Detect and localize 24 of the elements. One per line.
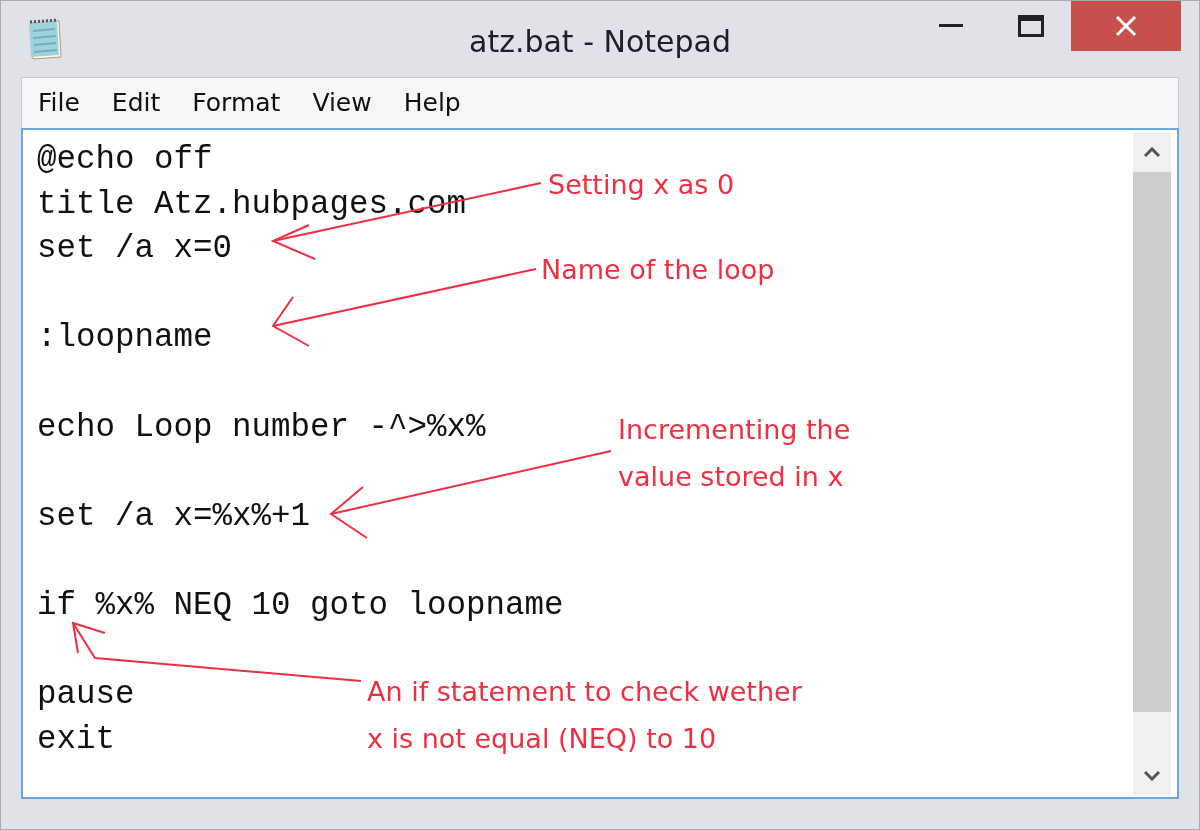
menu-item[interactable]: Help: [393, 84, 471, 122]
annotation-text: Name of the loop: [541, 253, 775, 287]
code-line: title Atz.hubpages.com: [37, 184, 467, 225]
code-line: :loopname: [37, 318, 213, 359]
annotation-text: An if statement to check wether x is not equal (NEQ) to 10: [367, 675, 802, 756]
annotation-text: Incrementing the value stored in x: [618, 413, 851, 494]
close-icon: [1115, 15, 1137, 37]
menu-item[interactable]: File: [28, 84, 90, 122]
window-title: atz.bat - Notepad: [469, 23, 731, 61]
maximize-icon: [1018, 15, 1044, 37]
code-line: if %x% NEQ 10 goto loopname: [37, 585, 564, 626]
code-line: exit: [37, 719, 115, 760]
code-line: set /a x=0: [37, 229, 233, 270]
scrollbar[interactable]: [1133, 132, 1171, 795]
menu-item[interactable]: View: [302, 84, 382, 122]
menu-item[interactable]: Format: [182, 84, 291, 122]
code-line: set /a x=%x%+1: [37, 496, 311, 537]
code-line: pause: [37, 675, 135, 716]
minimize-icon: [939, 24, 963, 28]
menu-item[interactable]: Edit: [101, 84, 171, 122]
code-line: @echo off: [37, 140, 213, 180]
code-line: echo Loop number -^>%x%: [37, 407, 486, 448]
scroll-thumb[interactable]: [1133, 172, 1171, 712]
annotation-text: Setting x as 0: [548, 168, 735, 202]
